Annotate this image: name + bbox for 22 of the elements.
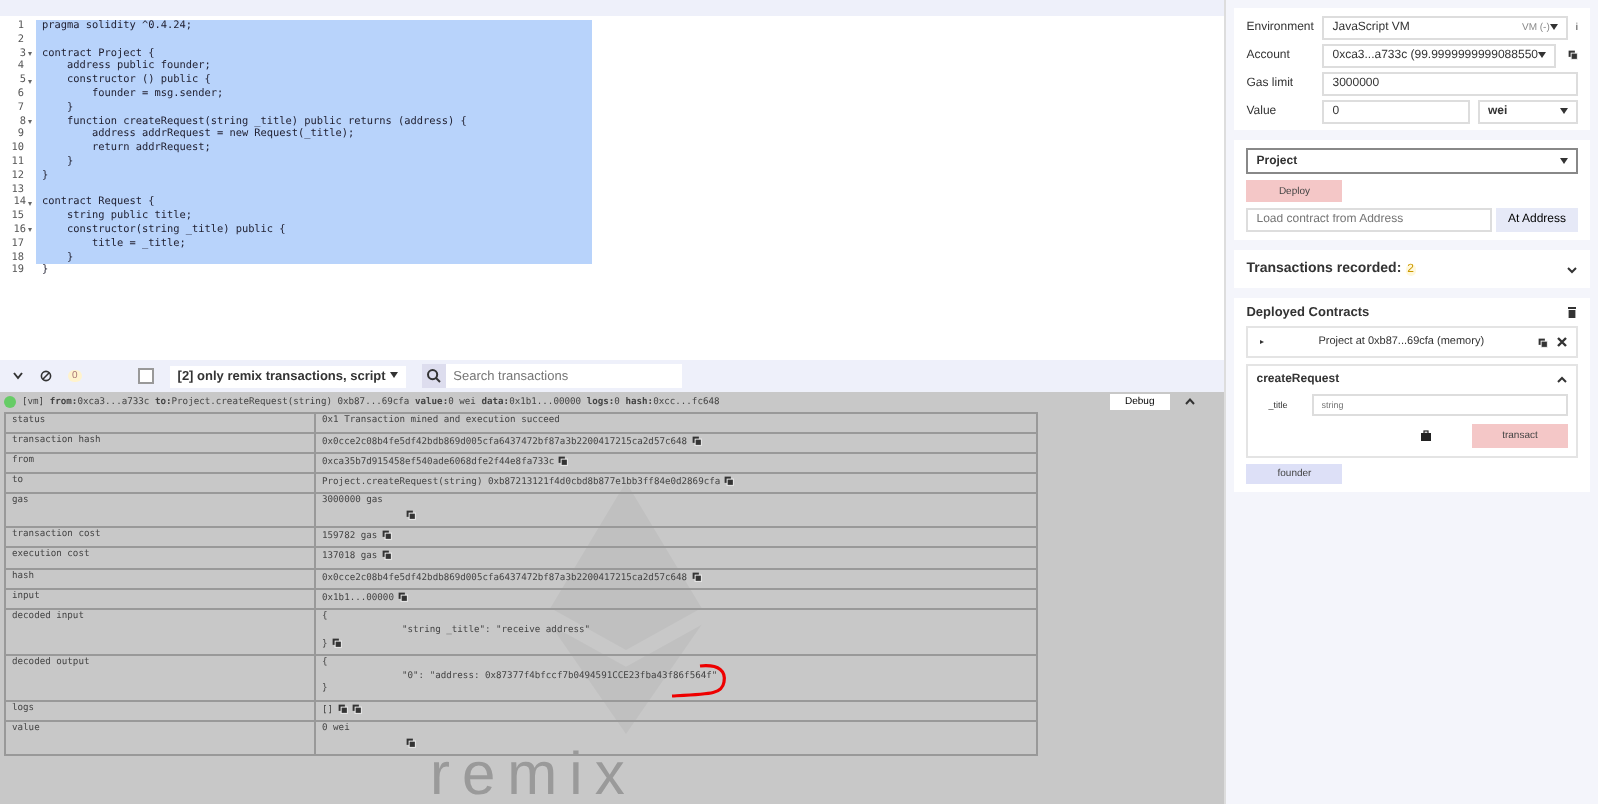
copy-icon[interactable]	[331, 638, 342, 649]
copy-icon[interactable]	[406, 737, 416, 748]
block-icon[interactable]	[40, 370, 52, 382]
copy-icon[interactable]	[724, 476, 735, 487]
copy-icon[interactable]	[558, 455, 569, 466]
caret-icon[interactable]	[1256, 336, 1269, 348]
filter-checkbox[interactable]	[137, 368, 154, 384]
chevron-up-icon[interactable]	[1184, 396, 1197, 408]
close-icon[interactable]	[1556, 336, 1568, 348]
copy-icon[interactable]	[397, 591, 408, 602]
chevron-down-icon[interactable]	[12, 370, 24, 382]
copy-icon[interactable]	[1538, 337, 1548, 347]
briefcase-icon[interactable]	[1420, 430, 1432, 442]
copy-icon[interactable]	[691, 435, 702, 445]
chevron-down-icon[interactable]	[1566, 263, 1578, 275]
success-icon	[4, 396, 16, 408]
chevron-up-icon[interactable]	[1556, 374, 1568, 386]
copy-icon[interactable]	[1568, 50, 1578, 60]
copy-icon[interactable]	[691, 571, 702, 582]
trash-icon[interactable]	[1566, 306, 1578, 318]
search-icon[interactable]	[421, 364, 446, 388]
copy-icon[interactable]	[406, 509, 416, 520]
